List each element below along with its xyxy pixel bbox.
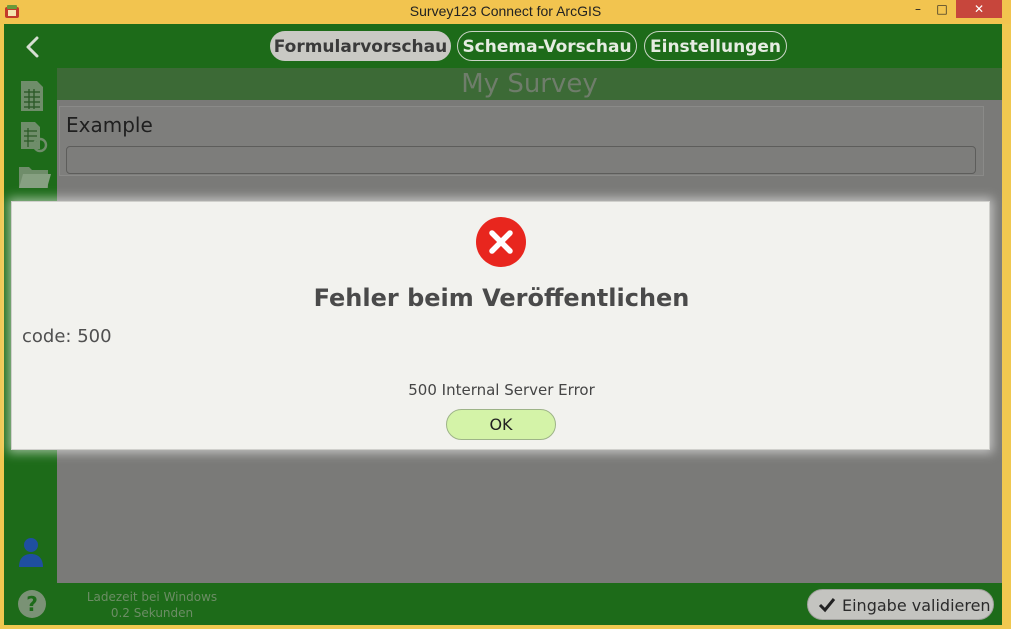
- question-input[interactable]: [66, 146, 976, 174]
- question-label: Example: [66, 113, 153, 137]
- spreadsheet-icon[interactable]: [18, 80, 46, 112]
- error-detail: 500 Internal Server Error: [408, 381, 595, 399]
- validate-input-label: Eingabe validieren: [842, 596, 991, 615]
- tab-formularvorschau[interactable]: Formularvorschau: [270, 31, 451, 61]
- error-code: code: 500: [22, 326, 112, 347]
- window-title: Survey123 Connect for ArcGIS: [409, 3, 602, 19]
- load-time-line1: Ladezeit bei Windows: [86, 590, 218, 604]
- spreadsheet-refresh-icon[interactable]: [18, 121, 48, 153]
- footer-bar: Ladezeit bei Windows 0.2 Sekunden Eingab…: [57, 583, 1002, 625]
- survey-title: My Survey: [57, 68, 1002, 100]
- folder-icon[interactable]: [18, 163, 52, 191]
- tab-schema-vorschau[interactable]: Schema-Vorschau: [457, 31, 637, 61]
- error-icon: [476, 217, 526, 267]
- user-icon[interactable]: [18, 536, 44, 568]
- tab-einstellungen[interactable]: Einstellungen: [644, 31, 787, 61]
- question-card: Example: [59, 106, 984, 176]
- load-time-info: Ladezeit bei Windows 0.2 Sekunden: [77, 589, 227, 621]
- dialog-title: Fehler beim Veröffentlichen: [313, 284, 690, 312]
- close-window-button[interactable]: ✕: [956, 0, 1002, 18]
- maximize-button[interactable]: □: [928, 0, 956, 18]
- checkmark-icon: [818, 598, 836, 613]
- back-arrow-icon[interactable]: [22, 34, 44, 60]
- window-title-bar: Survey123 Connect for ArcGIS – □ ✕: [0, 0, 1011, 24]
- error-dialog: Fehler beim Veröffentlichen code: 500 50…: [11, 201, 990, 450]
- validate-input-button[interactable]: Eingabe validieren: [807, 589, 994, 620]
- ok-button[interactable]: OK: [446, 409, 556, 440]
- help-icon[interactable]: ?: [17, 589, 47, 619]
- load-time-line2: 0.2 Sekunden: [110, 606, 194, 620]
- help-glyph: ?: [26, 592, 38, 616]
